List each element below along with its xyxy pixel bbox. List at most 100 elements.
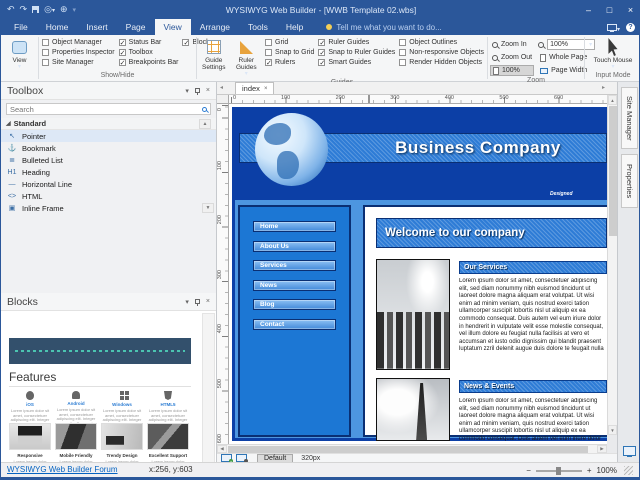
customize-qat-icon[interactable]: ▾ bbox=[73, 6, 77, 14]
checkbox-snap-to-ruler-guides[interactable]: Snap to Ruler Guides bbox=[318, 49, 395, 56]
save-icon[interactable] bbox=[32, 6, 39, 13]
panel-menu-icon[interactable]: ▾ bbox=[185, 87, 189, 95]
toolbox-item-html[interactable]: <>HTML bbox=[1, 190, 216, 202]
display-mode-icon[interactable]: ▾ bbox=[607, 18, 620, 36]
zoom-slider-thumb[interactable] bbox=[556, 467, 561, 475]
redo-icon[interactable]: ↷ bbox=[20, 4, 28, 15]
search-input[interactable] bbox=[10, 105, 202, 114]
add-breakpoint-icon[interactable]: + bbox=[221, 454, 232, 462]
globe-logo[interactable] bbox=[255, 113, 328, 186]
news-banner[interactable]: News & Events bbox=[459, 380, 607, 393]
ruler-guides-button[interactable]: Ruler Guides▾ bbox=[231, 37, 263, 78]
toolbox-search[interactable] bbox=[6, 103, 211, 115]
ribbon-tab-file[interactable]: File bbox=[5, 19, 37, 35]
horizontal-scrollbar[interactable]: ◀ ▶ bbox=[217, 444, 607, 453]
city-photo[interactable] bbox=[376, 259, 450, 370]
view-button[interactable]: View▾ bbox=[10, 37, 29, 71]
ribbon-tab-tools[interactable]: Tools bbox=[239, 19, 277, 35]
forum-link[interactable]: WYSIWYG Web Builder Forum bbox=[7, 465, 118, 474]
services-banner[interactable]: Our Services bbox=[459, 261, 607, 274]
ribbon-tab-view[interactable]: View bbox=[155, 19, 191, 35]
close-panel-icon[interactable]: × bbox=[206, 298, 210, 305]
scrollbar-thumb[interactable] bbox=[228, 446, 588, 453]
checkbox-toolbox[interactable]: Toolbox bbox=[119, 49, 179, 56]
checkbox-non-responsive-objects[interactable]: Non-responsive Objects bbox=[399, 49, 484, 56]
tab-site-manager[interactable]: Site Manager bbox=[621, 87, 638, 149]
services-paragraph[interactable]: Lorem ipsum dolor sit amet, consectetuer… bbox=[459, 278, 607, 354]
nav-button-about-us[interactable]: About Us bbox=[253, 241, 336, 252]
resize-grip[interactable] bbox=[624, 466, 633, 475]
close-tab-icon[interactable]: × bbox=[264, 86, 268, 92]
welcome-banner[interactable]: Welcome to our company bbox=[376, 218, 607, 248]
scroll-up-icon[interactable]: ▲ bbox=[199, 119, 211, 129]
checkbox-grid[interactable]: Grid bbox=[265, 39, 314, 46]
vertical-ruler[interactable]: 0100200300400500600 bbox=[217, 104, 229, 444]
toolbox-item-bookmark[interactable]: ⚓Bookmark bbox=[1, 142, 216, 154]
zoom-slider[interactable] bbox=[536, 470, 582, 472]
scroll-down-icon[interactable]: ▼ bbox=[202, 203, 214, 213]
toolbox-item-horizontal-line[interactable]: —Horizontal Line bbox=[1, 178, 216, 190]
nav-button-services[interactable]: Services bbox=[253, 260, 336, 271]
nav-button-home[interactable]: Home bbox=[253, 221, 336, 232]
checkbox-site-manager[interactable]: Site Manager bbox=[42, 59, 115, 66]
remove-breakpoint-icon[interactable] bbox=[236, 454, 247, 462]
checkbox-smart-guides[interactable]: Smart Guides bbox=[318, 59, 395, 66]
zoom-in-button[interactable]: Zoom In bbox=[490, 39, 534, 50]
toolbox-item-inline-frame[interactable]: ▣Inline Frame bbox=[1, 202, 216, 214]
ribbon-tab-home[interactable]: Home bbox=[37, 19, 78, 35]
zoom-100-button[interactable]: 100% bbox=[490, 65, 534, 76]
breakpoint-320-button[interactable]: 320px bbox=[297, 455, 324, 462]
tab-scroll-left-icon[interactable]: ◂ bbox=[220, 84, 223, 91]
close-panel-icon[interactable]: × bbox=[206, 87, 210, 94]
checkbox-snap-to-grid[interactable]: Snap to Grid bbox=[265, 49, 314, 56]
maximize-button[interactable]: □ bbox=[599, 0, 620, 19]
vertical-scrollbar[interactable]: ▲ ▼ bbox=[607, 95, 617, 435]
zoom-out-icon[interactable]: − bbox=[526, 466, 531, 475]
scroll-up-icon[interactable]: ▲ bbox=[608, 95, 617, 105]
publish-icon[interactable]: ⊕ bbox=[60, 4, 68, 15]
web-page[interactable]: Business Company Designed HomeAbout UsSe… bbox=[232, 107, 607, 441]
touch-mouse-button[interactable]: Touch Mouse▾ bbox=[592, 37, 635, 71]
ribbon-tab-page[interactable]: Page bbox=[117, 19, 155, 35]
ribbon-tab-arrange[interactable]: Arrange bbox=[191, 19, 239, 35]
nav-button-news[interactable]: News bbox=[253, 280, 336, 291]
ribbon-tab-insert[interactable]: Insert bbox=[77, 19, 116, 35]
toolbox-item-heading[interactable]: H1Heading bbox=[1, 166, 216, 178]
pin-icon[interactable] bbox=[195, 88, 200, 93]
checkbox-ruler-guides[interactable]: Ruler Guides bbox=[318, 39, 395, 46]
nav-button-blog[interactable]: Blog bbox=[253, 299, 336, 310]
blocks-scrollbar[interactable] bbox=[202, 313, 215, 480]
ribbon-tab-help[interactable]: Help bbox=[277, 19, 312, 35]
tell-me-search[interactable]: Tell me what you want to do... bbox=[326, 19, 441, 35]
help-icon[interactable]: ? bbox=[626, 23, 635, 32]
minimize-button[interactable]: – bbox=[578, 0, 599, 19]
scroll-left-icon[interactable]: ◀ bbox=[217, 445, 227, 453]
horizontal-ruler[interactable]: 0100200300400500600700 bbox=[229, 95, 607, 104]
scroll-down-icon[interactable]: ▼ bbox=[608, 425, 617, 435]
close-button[interactable]: × bbox=[620, 0, 640, 19]
undo-icon[interactable]: ↶ bbox=[7, 4, 15, 15]
scrollbar-thumb[interactable] bbox=[609, 106, 617, 236]
tab-scroll-right-icon[interactable]: ▸ bbox=[602, 84, 605, 91]
toolbox-section-standard[interactable]: ◢ Standard ▲ bbox=[1, 118, 216, 130]
checkbox-rulers[interactable]: Rulers bbox=[265, 59, 314, 66]
toolbox-item-bulleted-list[interactable]: ≣Bulleted List bbox=[1, 154, 216, 166]
skyscraper-photo[interactable] bbox=[376, 378, 450, 441]
search-icon[interactable] bbox=[202, 107, 207, 112]
checkbox-object-outlines[interactable]: Object Outlines bbox=[399, 39, 484, 46]
company-title[interactable]: Business Company bbox=[352, 138, 604, 158]
checkbox-properties-inspector[interactable]: Properties Inspector bbox=[42, 49, 115, 56]
nav-button-contact[interactable]: Contact bbox=[253, 319, 336, 330]
page-tab-index[interactable]: index × bbox=[235, 82, 274, 94]
scroll-right-icon[interactable]: ▶ bbox=[597, 445, 607, 453]
zoom-out-button[interactable]: Zoom Out bbox=[490, 52, 534, 63]
checkbox-breakpoints-bar[interactable]: Breakpoints Bar bbox=[119, 59, 179, 66]
checkbox-render-hidden-objects[interactable]: Render Hidden Objects bbox=[399, 59, 484, 66]
pin-icon[interactable] bbox=[195, 299, 200, 304]
design-viewport[interactable]: Business Company Designed HomeAbout UsSe… bbox=[229, 104, 607, 444]
zoom-in-icon[interactable]: + bbox=[587, 466, 592, 475]
news-paragraph[interactable]: Lorem ipsum dolor sit amet, consectetuer… bbox=[459, 398, 607, 441]
panel-menu-icon[interactable]: ▾ bbox=[185, 298, 189, 306]
tab-properties[interactable]: Properties bbox=[621, 154, 638, 208]
toolbox-item-pointer[interactable]: ↖Pointer bbox=[1, 130, 216, 142]
